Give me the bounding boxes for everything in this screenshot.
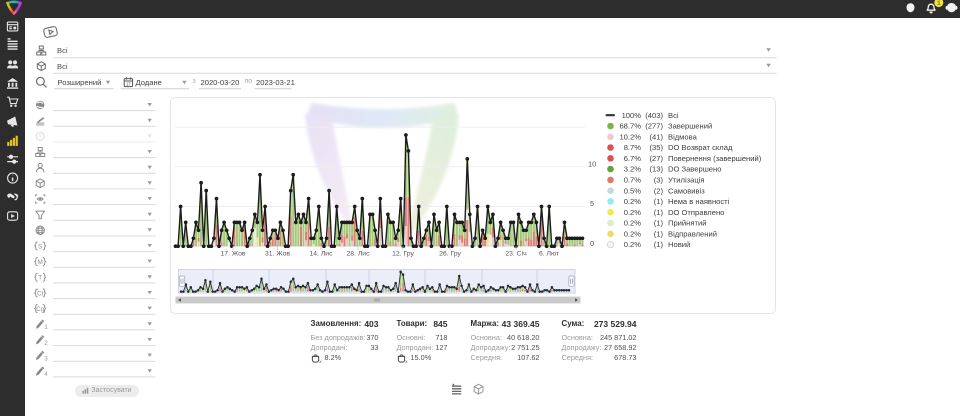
svg-text:(1): (1) xyxy=(654,208,664,217)
svg-text:T: T xyxy=(38,275,42,282)
svg-text:10: 10 xyxy=(588,160,596,169)
svg-text:x: x xyxy=(319,358,322,362)
svg-text:(13): (13) xyxy=(649,165,663,174)
svg-text:DO Завершено: DO Завершено xyxy=(668,165,721,174)
svg-text:x: x xyxy=(405,358,408,362)
svg-text:31. Жов: 31. Жов xyxy=(265,251,290,258)
svg-text:(35): (35) xyxy=(649,143,663,152)
svg-text:6.7%: 6.7% xyxy=(624,154,642,163)
svg-text:3: 3 xyxy=(44,356,48,362)
svg-text:0.2%: 0.2% xyxy=(624,197,642,206)
svg-text:Новий: Новий xyxy=(668,240,690,249)
svg-text:Нема в наявності: Нема в наявності xyxy=(668,197,730,206)
svg-text:Відправлений: Відправлений xyxy=(668,229,717,238)
svg-text:8.7%: 8.7% xyxy=(624,143,642,152)
svg-text:1: 1 xyxy=(937,0,941,7)
svg-text:Завершений: Завершений xyxy=(668,122,712,131)
svg-text:Ct: Ct xyxy=(37,290,43,297)
svg-text:(1): (1) xyxy=(654,197,664,206)
svg-text:Повернення (завершений): Повернення (завершений) xyxy=(668,154,762,163)
svg-text:0.5%: 0.5% xyxy=(624,186,642,195)
svg-text:1: 1 xyxy=(44,325,48,331)
svg-text:(1): (1) xyxy=(654,219,664,228)
svg-text:M: M xyxy=(38,259,43,266)
svg-text:5: 5 xyxy=(590,199,594,208)
svg-text:6. Лют: 6. Лют xyxy=(539,251,559,258)
svg-text:0: 0 xyxy=(590,239,594,248)
svg-text:12. Гру: 12. Гру xyxy=(392,251,414,258)
svg-text:Прийнятий: Прийнятий xyxy=(668,219,706,228)
svg-text:(27): (27) xyxy=(649,154,663,163)
svg-text:68.7%: 68.7% xyxy=(619,122,641,131)
svg-text:0.2%: 0.2% xyxy=(624,208,642,217)
svg-text:Cg: Cg xyxy=(36,306,44,313)
svg-text:0.2%: 0.2% xyxy=(624,219,642,228)
svg-text:0.2%: 0.2% xyxy=(624,240,642,249)
svg-text:(2): (2) xyxy=(654,186,664,195)
svg-text:17: 17 xyxy=(126,82,131,87)
svg-text:(41): (41) xyxy=(649,132,663,141)
svg-text:14. Лис: 14. Лис xyxy=(310,251,334,258)
svg-text:DO Возврат склад: DO Возврат склад xyxy=(668,143,733,152)
svg-text:0.2%: 0.2% xyxy=(624,229,642,238)
svg-text:0.7%: 0.7% xyxy=(624,176,642,185)
svg-text:10.2%: 10.2% xyxy=(619,132,641,141)
svg-text:4: 4 xyxy=(44,372,48,378)
svg-text:Всі: Всі xyxy=(668,111,679,120)
svg-text:26. Гру: 26. Гру xyxy=(439,251,461,258)
svg-text:S: S xyxy=(38,243,42,250)
svg-text:Відмова: Відмова xyxy=(668,132,698,141)
svg-text:(403): (403) xyxy=(645,111,663,120)
svg-text:100%: 100% xyxy=(622,111,642,120)
svg-text:Самовивіз: Самовивіз xyxy=(668,186,705,195)
svg-text:28. Лис: 28. Лис xyxy=(347,251,371,258)
svg-text:(277): (277) xyxy=(645,122,663,131)
svg-text:(3): (3) xyxy=(654,176,664,185)
svg-text:2: 2 xyxy=(44,341,48,347)
svg-text:(1): (1) xyxy=(654,229,664,238)
svg-text:(1): (1) xyxy=(654,240,664,249)
svg-text:17. Жов: 17. Жов xyxy=(221,251,246,258)
svg-text:23. Січ: 23. Січ xyxy=(505,250,527,258)
svg-text:DO Отправлено: DO Отправлено xyxy=(668,208,724,217)
svg-text:3.2%: 3.2% xyxy=(624,165,642,174)
svg-text:Утилізація: Утилізація xyxy=(668,176,705,185)
